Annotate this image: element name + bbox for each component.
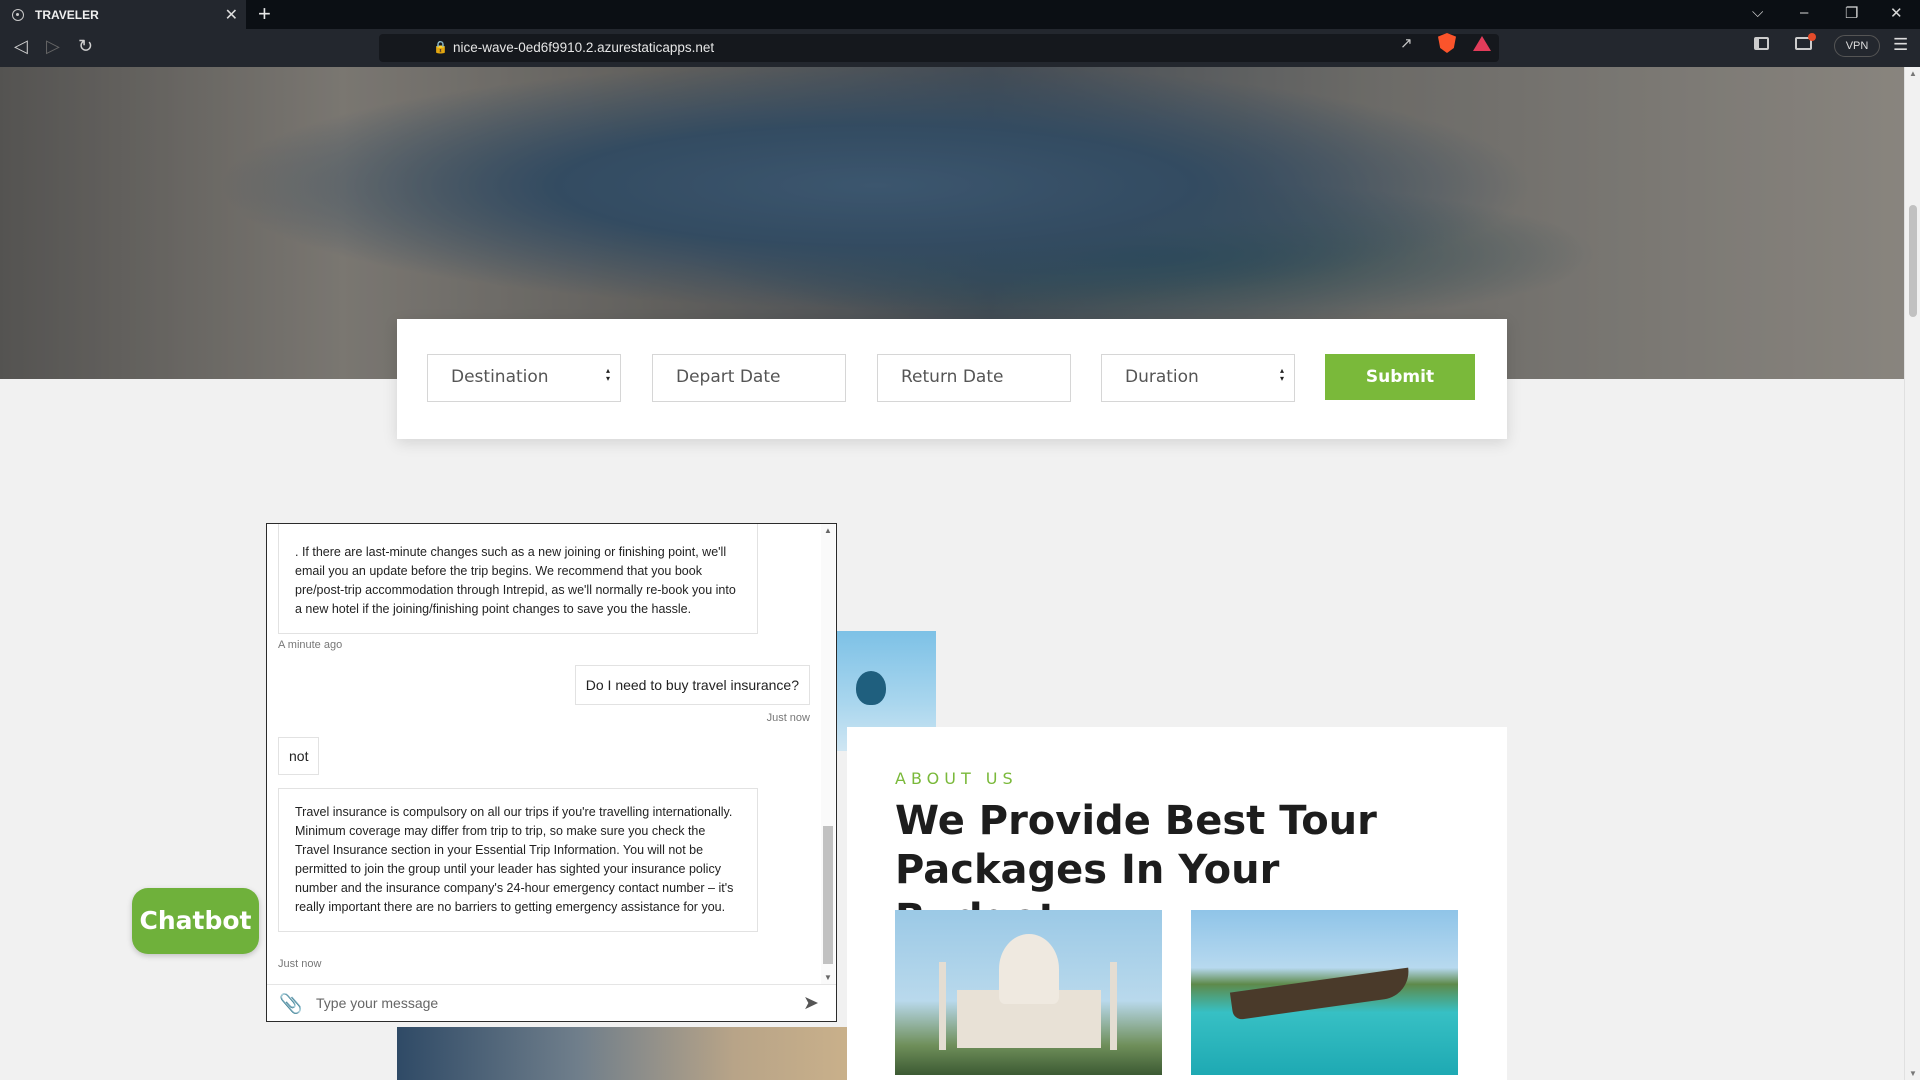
about-section: ABOUT US We Provide Best Tour Packages I… bbox=[847, 727, 1507, 1080]
scroll-up-icon[interactable]: ▲ bbox=[824, 526, 832, 535]
destination-select[interactable]: Destination bbox=[427, 354, 621, 402]
scroll-down-icon[interactable]: ▼ bbox=[1909, 1069, 1917, 1078]
chat-message-input[interactable] bbox=[316, 991, 786, 1015]
longtail-boat-photo bbox=[1191, 910, 1458, 1075]
chat-input-bar: 📎 ➤ bbox=[267, 984, 836, 1021]
forward-arrow-icon[interactable]: ▷ bbox=[46, 36, 60, 57]
lock-icon: 🔒 bbox=[433, 40, 448, 54]
scroll-down-icon[interactable]: ▼ bbox=[824, 973, 832, 982]
tab-search-icon[interactable]: ⌵ bbox=[1752, 4, 1763, 21]
restore-icon[interactable]: ❐ bbox=[1845, 4, 1858, 22]
chat-window: . If there are last-minute changes such … bbox=[266, 523, 837, 1022]
depart-date-input[interactable]: Depart Date bbox=[652, 354, 846, 402]
globe-icon bbox=[12, 8, 24, 21]
message-timestamp: A minute ago bbox=[278, 639, 343, 651]
user-message: Do I need to buy travel insurance? bbox=[574, 665, 810, 705]
back-arrow-icon[interactable]: ◁ bbox=[14, 36, 28, 57]
trip-search-form: Destination Depart Date Return Date Dura… bbox=[397, 319, 1507, 439]
window-close-icon[interactable]: ✕ bbox=[1890, 4, 1903, 22]
background-photo-strip bbox=[397, 1027, 847, 1080]
browser-tab-strip: TRAVELER ✕ + ⌵ – ❐ ✕ bbox=[0, 0, 1920, 29]
notification-dot bbox=[1808, 33, 1816, 41]
vpn-button[interactable]: VPN bbox=[1834, 35, 1880, 57]
sidebar-toggle-icon[interactable] bbox=[1754, 37, 1769, 50]
browser-toolbar: ◁ ▷ ↻ ☐ 🔒 nice-wave-0ed6f9910.2.azuresta… bbox=[0, 29, 1920, 67]
bot-message: Travel insurance is compulsory on all ou… bbox=[278, 788, 758, 932]
new-tab-icon[interactable]: + bbox=[258, 1, 271, 27]
reload-icon[interactable]: ↻ bbox=[78, 36, 93, 57]
page-scrollbar-thumb[interactable] bbox=[1909, 205, 1917, 317]
browser-menu-icon[interactable]: ☰ bbox=[1893, 35, 1908, 55]
scroll-up-icon[interactable]: ▲ bbox=[1909, 69, 1917, 78]
chat-scrollbar[interactable]: ▲ ▼ bbox=[821, 524, 835, 984]
chat-message-list[interactable]: . If there are last-minute changes such … bbox=[267, 524, 836, 984]
brave-rewards-icon[interactable] bbox=[1473, 36, 1491, 51]
hot-air-balloon bbox=[856, 671, 886, 705]
submit-button[interactable]: Submit bbox=[1325, 354, 1475, 400]
url-text: nice-wave-0ed6f9910.2.azurestaticapps.ne… bbox=[453, 40, 715, 55]
message-timestamp: Just now bbox=[766, 712, 810, 724]
paperclip-icon[interactable]: 📎 bbox=[279, 992, 303, 1016]
message-timestamp: Just now bbox=[278, 958, 322, 970]
chatbot-launcher-button[interactable]: Chatbot bbox=[132, 888, 259, 954]
taj-mahal-photo bbox=[895, 910, 1162, 1075]
duration-select[interactable]: Duration bbox=[1101, 354, 1295, 402]
tab-title: TRAVELER bbox=[35, 7, 99, 22]
return-date-input[interactable]: Return Date bbox=[877, 354, 1071, 402]
bot-message: not bbox=[278, 737, 320, 775]
address-bar[interactable]: 🔒 nice-wave-0ed6f9910.2.azurestaticapps.… bbox=[379, 34, 1499, 62]
about-subtitle: ABOUT US bbox=[895, 769, 1018, 788]
page-scrollbar[interactable]: ▲ ▼ bbox=[1904, 67, 1920, 1080]
minimize-icon[interactable]: – bbox=[1800, 4, 1808, 21]
send-icon[interactable]: ➤ bbox=[803, 992, 819, 1015]
chat-scrollbar-thumb[interactable] bbox=[823, 826, 833, 964]
browser-tab-traveler[interactable]: TRAVELER ✕ bbox=[0, 0, 246, 29]
share-icon[interactable]: ↗ bbox=[1400, 34, 1413, 52]
bot-message: . If there are last-minute changes such … bbox=[278, 524, 758, 634]
tab-close-icon[interactable]: ✕ bbox=[225, 5, 238, 25]
